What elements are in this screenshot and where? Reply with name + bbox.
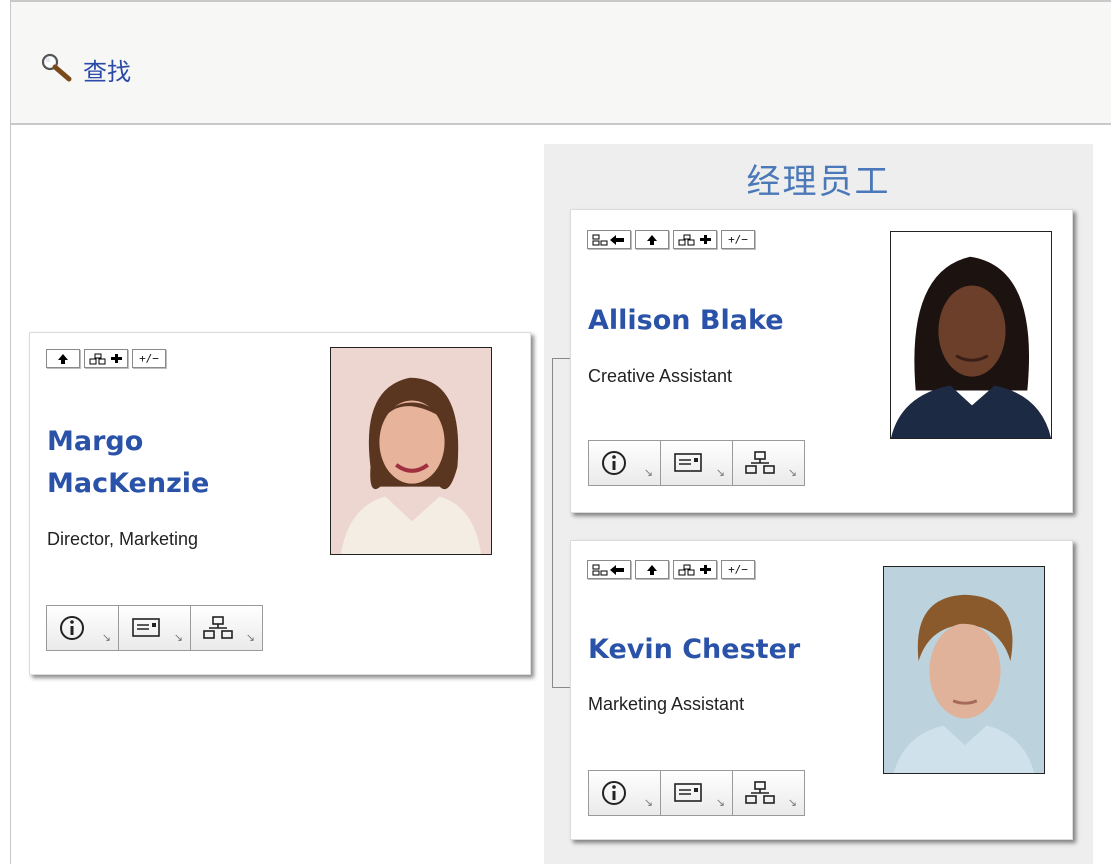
report-card-actions: +/− — [587, 560, 755, 579]
info-button[interactable]: ↘ — [588, 440, 661, 486]
submenu-arrow-icon: ↘ — [715, 796, 725, 809]
back-to-manager-button[interactable] — [587, 560, 631, 579]
org-connector-line — [552, 358, 570, 688]
show-reports-button[interactable] — [673, 560, 717, 579]
org-chart-button[interactable]: ↘ — [732, 770, 805, 816]
report-card: +/− Allison Blake Creative Assistant ↘ ↘ — [570, 209, 1073, 513]
submenu-arrow-icon: ↘ — [101, 631, 111, 644]
submenu-arrow-icon: ↘ — [173, 631, 183, 644]
report-name-link[interactable]: Kevin Chester — [588, 629, 800, 671]
manager-card-actions: +/− — [46, 349, 166, 368]
manager-card: +/− Margo MacKenzie Director, Marketing … — [29, 332, 531, 675]
manager-photo[interactable] — [330, 347, 492, 555]
manager-job-title: Director, Marketing — [47, 529, 199, 549]
manager-name-line2: MacKenzie — [47, 467, 210, 499]
magnifier-icon — [39, 52, 77, 84]
manager-name-line1: Margo — [47, 426, 144, 457]
org-back-icon — [592, 564, 624, 575]
submenu-arrow-icon: ↘ — [643, 466, 653, 479]
info-button[interactable]: ↘ — [588, 770, 661, 816]
manager-bottom-tools: ↘ ↘ ↘ — [46, 605, 263, 651]
show-reports-button[interactable] — [673, 230, 717, 249]
show-reports-button[interactable] — [84, 349, 128, 368]
report-photo[interactable] — [883, 566, 1045, 774]
submenu-arrow-icon: ↘ — [245, 631, 255, 644]
page-left-border — [10, 0, 11, 864]
email-button[interactable]: ↘ — [660, 440, 733, 486]
submenu-arrow-icon: ↘ — [715, 466, 725, 479]
org-expand-icon — [678, 564, 711, 575]
org-chart-button[interactable]: ↘ — [732, 440, 805, 486]
find-link[interactable]: 查找 — [39, 52, 131, 84]
email-button[interactable]: ↘ — [118, 605, 191, 651]
plus-minus-label: +/− — [728, 563, 748, 576]
info-button[interactable]: ↘ — [46, 605, 119, 651]
report-job-title: Creative Assistant — [588, 366, 733, 386]
org-expand-icon — [678, 234, 711, 245]
email-button[interactable]: ↘ — [660, 770, 733, 816]
org-back-icon — [592, 234, 624, 245]
plus-minus-label: +/− — [139, 352, 159, 365]
report-bottom-tools: ↘ ↘ ↘ — [588, 440, 805, 486]
go-up-button[interactable] — [635, 230, 669, 249]
manager-name-link[interactable]: Margo MacKenzie — [47, 421, 317, 505]
top-toolbar: 查找 — [11, 0, 1111, 125]
org-chart-icon — [745, 450, 775, 480]
report-card-actions: +/− — [587, 230, 755, 249]
org-chart-icon — [203, 615, 233, 645]
report-photo[interactable] — [890, 231, 1052, 439]
email-icon — [673, 450, 703, 478]
email-icon — [673, 780, 703, 808]
up-arrow-icon — [58, 353, 68, 364]
go-up-button[interactable] — [635, 560, 669, 579]
info-icon — [601, 450, 627, 480]
up-arrow-icon — [647, 564, 657, 575]
reports-panel-title: 经理员工 — [746, 162, 891, 202]
expand-collapse-button[interactable]: +/− — [132, 349, 166, 368]
report-card: +/− Kevin Chester Marketing Assistant ↘ … — [570, 540, 1073, 840]
email-icon — [131, 615, 161, 643]
report-job-title: Marketing Assistant — [588, 694, 745, 714]
org-chart-icon — [745, 780, 775, 810]
plus-minus-label: +/− — [728, 233, 748, 246]
submenu-arrow-icon: ↘ — [643, 796, 653, 809]
submenu-arrow-icon: ↘ — [787, 796, 797, 809]
report-bottom-tools: ↘ ↘ ↘ — [588, 770, 805, 816]
org-expand-icon — [89, 353, 122, 364]
info-icon — [601, 780, 627, 810]
back-to-manager-button[interactable] — [587, 230, 631, 249]
expand-collapse-button[interactable]: +/− — [721, 560, 755, 579]
go-up-button[interactable] — [46, 349, 80, 368]
org-chart-button[interactable]: ↘ — [190, 605, 263, 651]
up-arrow-icon — [647, 234, 657, 245]
report-name-link[interactable]: Allison Blake — [588, 300, 784, 342]
find-label: 查找 — [83, 58, 131, 86]
submenu-arrow-icon: ↘ — [787, 466, 797, 479]
expand-collapse-button[interactable]: +/− — [721, 230, 755, 249]
info-icon — [59, 615, 85, 645]
